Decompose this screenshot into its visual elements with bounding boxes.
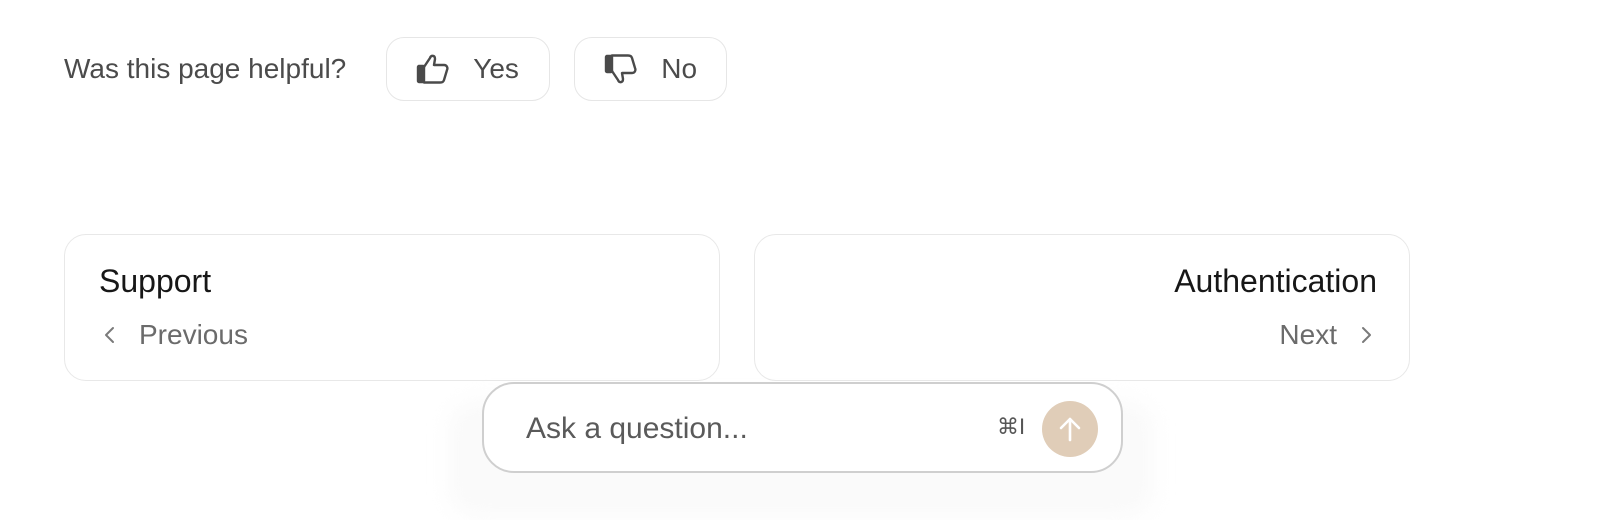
feedback-question: Was this page helpful? (64, 53, 347, 84)
chevron-right-icon (1357, 324, 1375, 346)
assistant-bar: ⌘I (482, 382, 1123, 473)
chevron-left-icon (101, 324, 119, 346)
feedback-no-label: No (661, 53, 698, 84)
next-page-link: Next (1279, 319, 1375, 351)
feedback-yes-button[interactable]: Yes (386, 37, 551, 101)
previous-page-link: Previous (101, 319, 248, 351)
previous-page-card[interactable]: Support Previous (64, 234, 720, 381)
ask-question-input[interactable] (524, 406, 968, 452)
next-page-label: Next (1279, 319, 1337, 350)
keyboard-shortcut-hint: ⌘I (997, 414, 1026, 439)
feedback-bar: Was this page helpful? Yes No (64, 36, 751, 102)
thumbs-down-icon (603, 51, 639, 87)
feedback-yes-label: Yes (473, 53, 519, 84)
next-page-title: Authentication (1174, 263, 1377, 299)
previous-page-label: Previous (139, 319, 248, 350)
previous-page-title: Support (99, 263, 212, 299)
send-button[interactable] (1042, 401, 1098, 457)
arrow-up-icon (1059, 417, 1081, 442)
next-page-card[interactable]: Authentication Next (754, 234, 1410, 381)
thumbs-up-icon (415, 51, 451, 87)
feedback-no-button[interactable]: No (574, 37, 728, 101)
